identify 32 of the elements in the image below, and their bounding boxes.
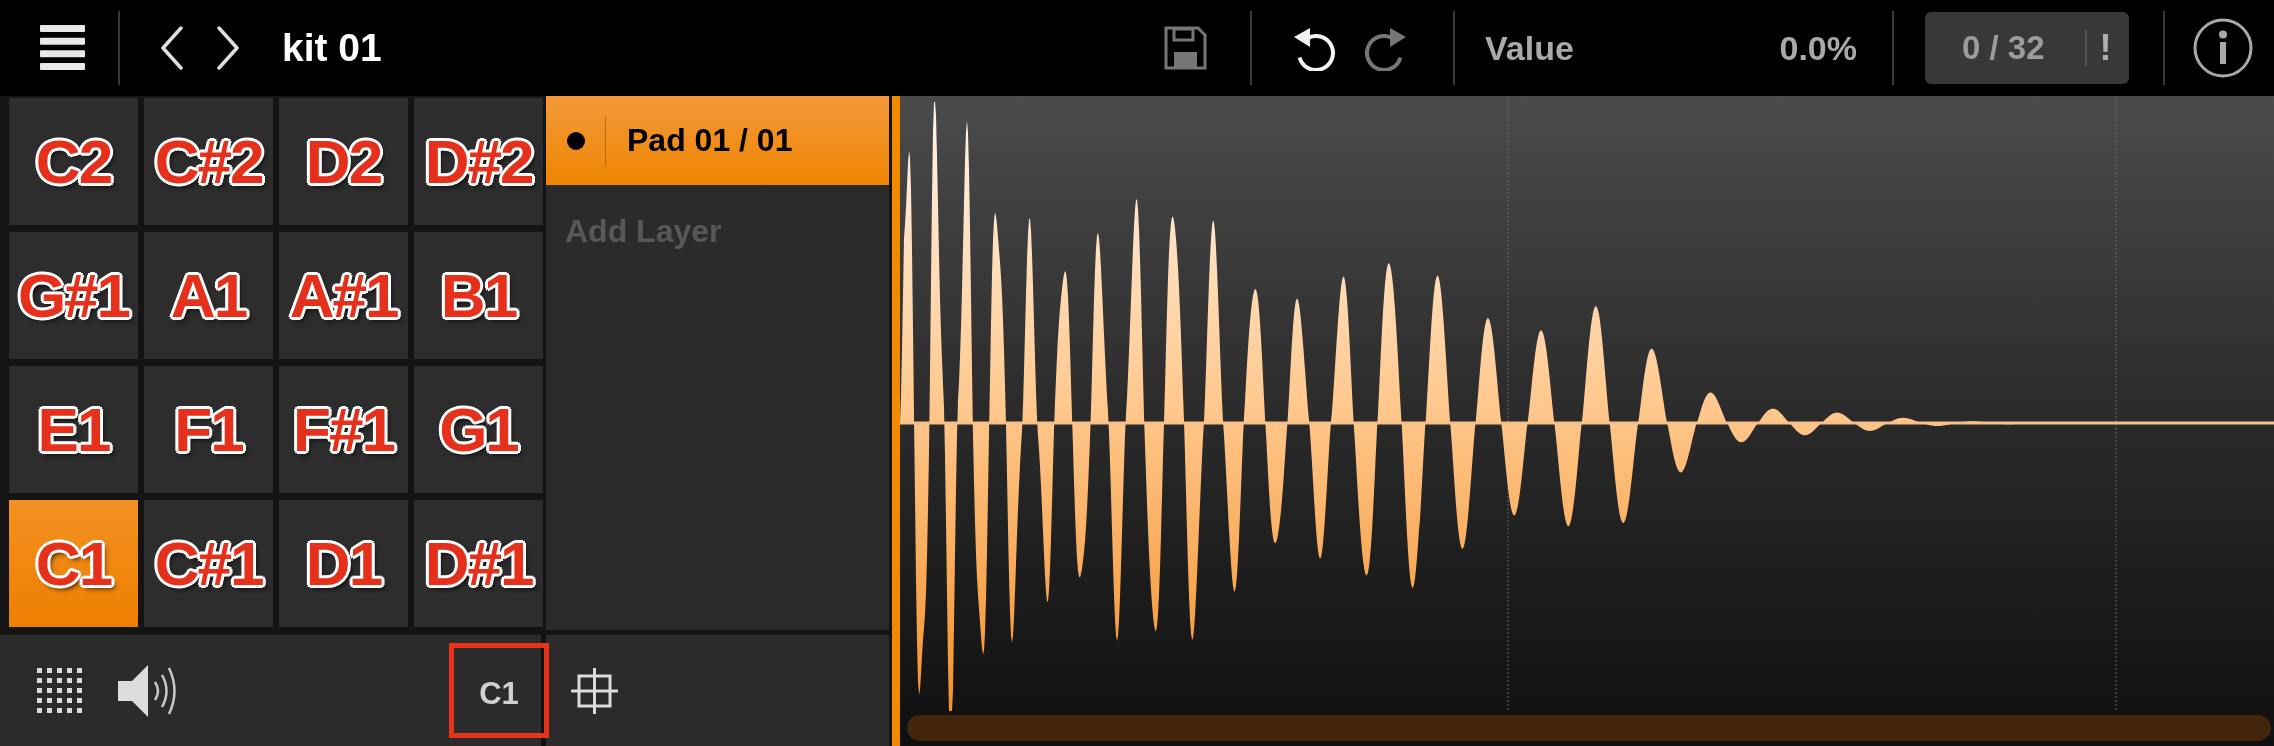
drum-pad[interactable]: C1	[9, 500, 138, 627]
grid-cross-icon[interactable]	[571, 667, 618, 714]
alert-button[interactable]: !	[2099, 27, 2112, 69]
value-reading: 0.0%	[1779, 28, 1857, 68]
drum-pad[interactable]: B1	[414, 232, 543, 359]
drum-pad[interactable]: A#1	[279, 232, 408, 359]
drum-pad[interactable]: C#1	[144, 500, 273, 627]
kit-title: kit 01	[282, 26, 382, 70]
note-button[interactable]: C1	[449, 643, 549, 738]
drum-pad[interactable]: G#1	[9, 232, 138, 359]
menu-icon[interactable]	[40, 25, 85, 71]
drum-pad[interactable]: D#2	[414, 98, 543, 225]
counter-text: 0 / 32	[1962, 29, 2045, 67]
drum-pad[interactable]: D#1	[414, 500, 543, 627]
dot-grid-icon[interactable]	[37, 668, 82, 713]
horizontal-scrollbar[interactable]	[907, 715, 2271, 741]
drum-pad[interactable]: G1	[414, 366, 543, 493]
drum-pad[interactable]: D2	[279, 98, 408, 225]
chevron-left-icon[interactable]	[160, 26, 184, 70]
layer-item[interactable]: Pad 01 / 01	[546, 96, 889, 185]
chevron-right-icon[interactable]	[215, 26, 240, 70]
drum-pad[interactable]: F#1	[279, 366, 408, 493]
bullet-icon	[567, 131, 585, 150]
drum-pad[interactable]: E1	[9, 366, 138, 493]
drum-pad[interactable]: F1	[144, 366, 273, 493]
drum-pad[interactable]: C2	[9, 98, 138, 225]
info-icon[interactable]	[2193, 18, 2253, 78]
start-marker[interactable]	[892, 96, 900, 746]
drum-pad[interactable]: C#2	[144, 98, 273, 225]
drum-pad[interactable]: D1	[279, 500, 408, 627]
value-label: Value	[1485, 28, 1574, 68]
drum-pad[interactable]: A1	[144, 232, 273, 359]
